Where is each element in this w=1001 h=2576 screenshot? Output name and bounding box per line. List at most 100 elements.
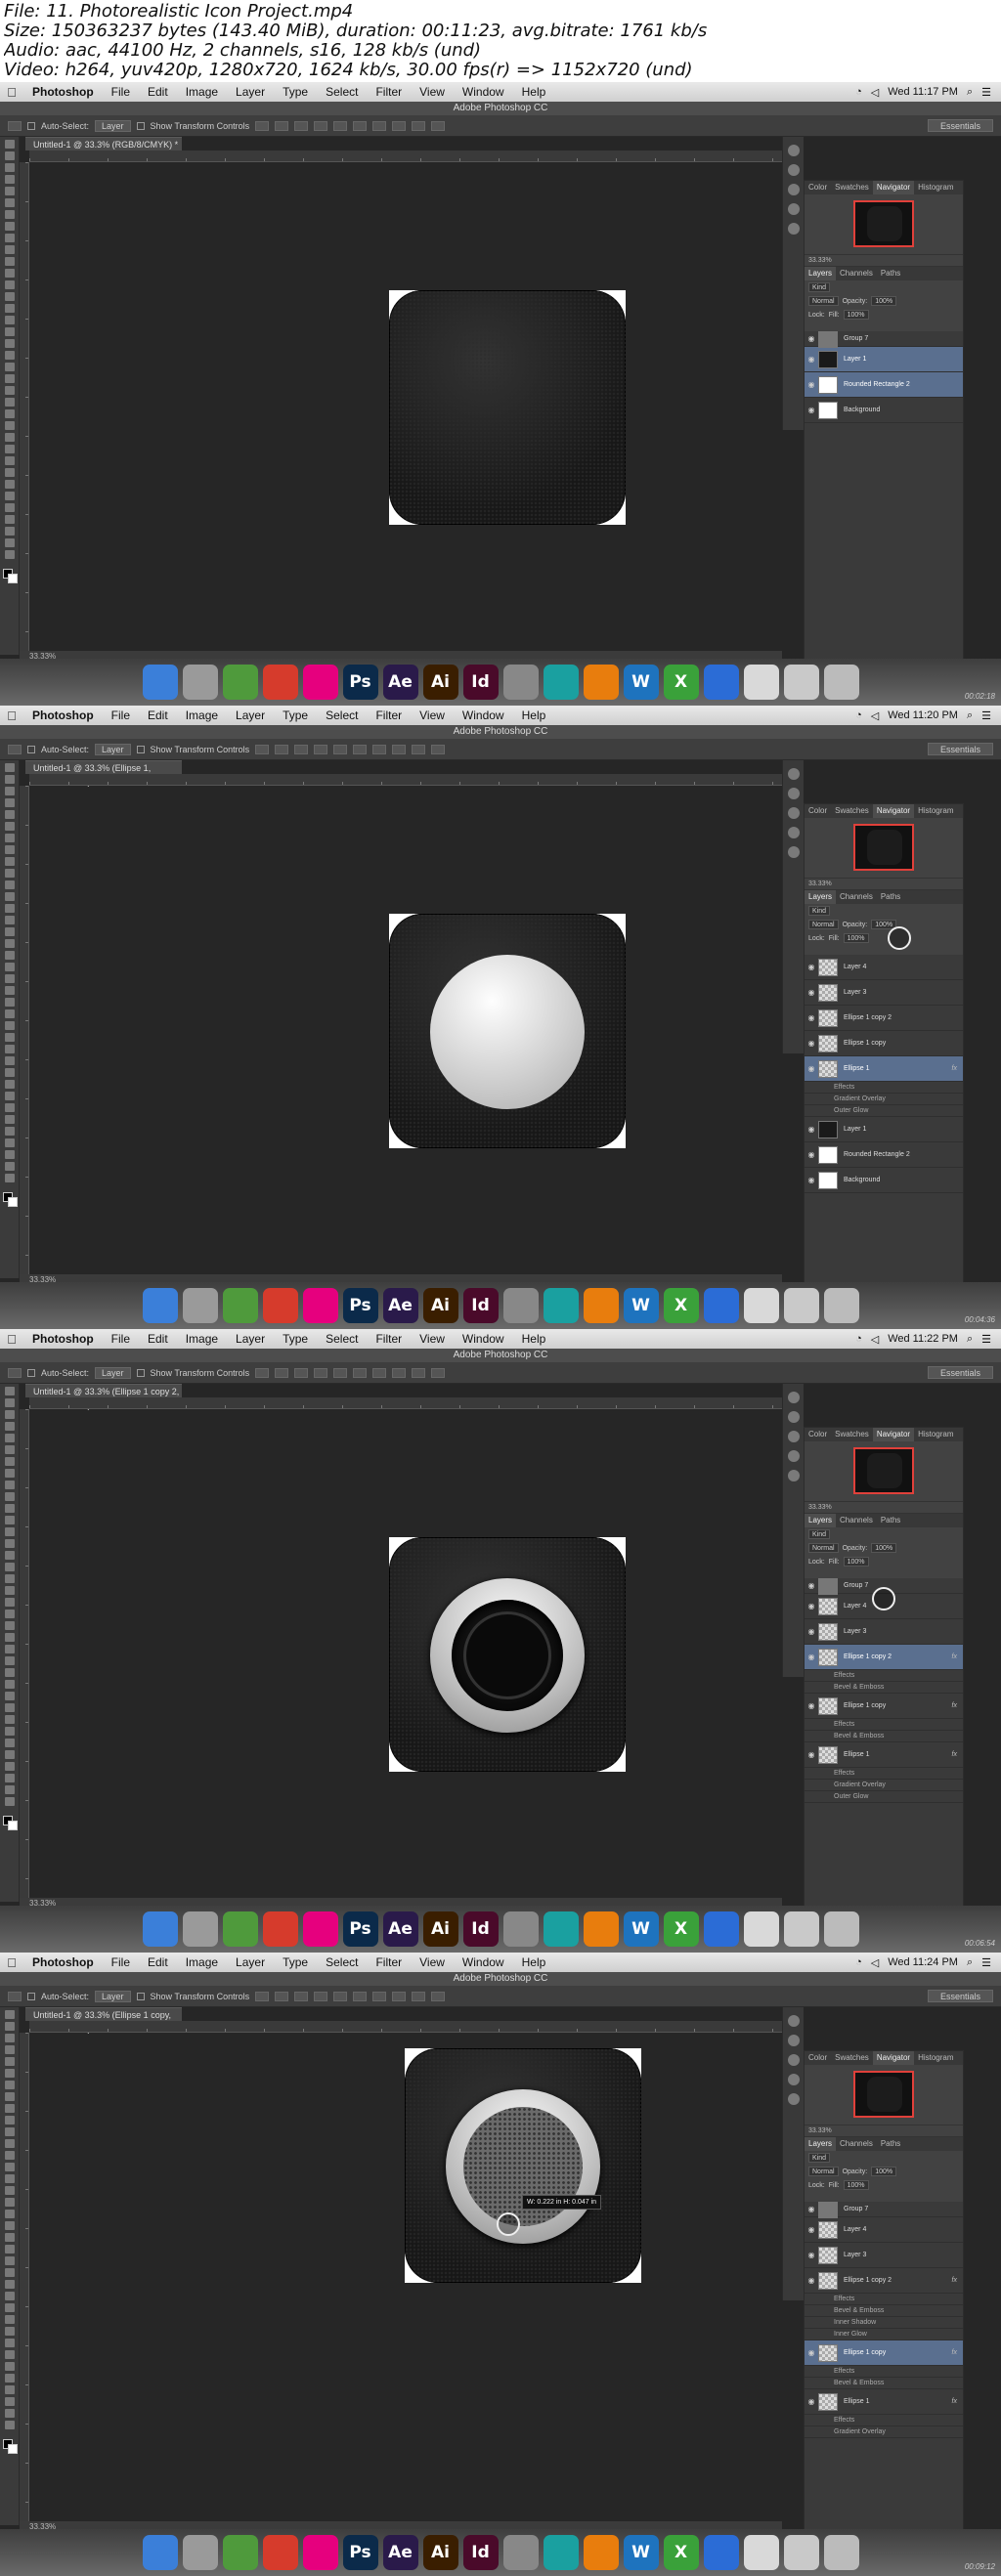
chrome-icon[interactable] <box>262 665 298 700</box>
tool-icon[interactable] <box>4 2163 15 2171</box>
tool-icon[interactable] <box>4 140 15 149</box>
align-icon[interactable] <box>294 120 309 131</box>
align-icon[interactable] <box>392 1991 407 2001</box>
tool-icon[interactable] <box>4 1115 15 1124</box>
navigator-thumbnail[interactable] <box>853 200 914 247</box>
excel-icon[interactable]: X <box>663 665 699 700</box>
tool-icon[interactable] <box>4 2174 15 2183</box>
tool-icon[interactable] <box>4 163 15 172</box>
align-icon[interactable] <box>275 1367 289 1378</box>
tool-icon[interactable] <box>4 880 15 889</box>
eye-icon[interactable]: ◉ <box>805 334 818 343</box>
tool-icon[interactable] <box>4 986 15 995</box>
tool-icon[interactable] <box>4 1080 15 1089</box>
tool-icon[interactable] <box>4 2116 15 2125</box>
menu-filter[interactable]: Filter <box>367 1332 411 1346</box>
opacity-value[interactable]: 100% <box>871 1543 897 1553</box>
photoshop-icon[interactable]: Ps <box>342 665 378 700</box>
navigator-zoom[interactable]: 33.33% <box>805 1502 963 1514</box>
tool-icon[interactable] <box>4 1621 15 1630</box>
photo-booth-icon[interactable] <box>222 2535 258 2570</box>
eye-icon[interactable]: ◉ <box>805 1627 818 1636</box>
align-icon[interactable] <box>314 1991 328 2001</box>
menu-file[interactable]: File <box>103 1955 139 1969</box>
tool-icon[interactable] <box>4 187 15 195</box>
eye-icon[interactable]: ◉ <box>805 355 818 364</box>
after-effects-icon[interactable]: Ae <box>382 2535 418 2570</box>
tool-icon[interactable] <box>4 916 15 924</box>
tool-icon[interactable] <box>4 904 15 913</box>
align-icon[interactable] <box>431 1367 446 1378</box>
preview-icon[interactable] <box>783 2535 819 2570</box>
menu-type[interactable]: Type <box>274 1955 317 1969</box>
tool-icon[interactable] <box>4 1563 15 1571</box>
menu-window[interactable]: Window <box>454 1955 513 1969</box>
fx-icon[interactable]: fx <box>952 1702 957 1709</box>
app-menu[interactable]: Photoshop <box>23 1332 103 1346</box>
tool-icon[interactable] <box>4 2104 15 2113</box>
wifi-icon[interactable]: ◔ <box>855 1333 862 1345</box>
tool-icon[interactable] <box>4 421 15 430</box>
tool-icon[interactable] <box>4 1598 15 1607</box>
tool-icon[interactable] <box>4 492 15 500</box>
wifi-icon[interactable]: ◔ <box>855 709 862 721</box>
tab-layers[interactable]: Layers <box>805 267 837 280</box>
navigator-thumbnail[interactable] <box>853 2071 914 2118</box>
tab-histogram[interactable]: Histogram <box>914 1428 957 1441</box>
tool-icon[interactable] <box>4 2292 15 2300</box>
illustrator-icon[interactable]: Ai <box>422 665 458 700</box>
eye-icon[interactable]: ◉ <box>805 2348 818 2357</box>
eye-icon[interactable]: ◉ <box>805 2397 818 2406</box>
fill-value[interactable]: 100% <box>843 1557 869 1567</box>
tool-icon[interactable] <box>4 1610 15 1618</box>
document-tab[interactable]: Untitled-1 @ 33.3% (RGB/8/CMYK) * <box>25 137 182 150</box>
clock[interactable]: Wed 11:22 PM <box>888 1333 958 1345</box>
layer-row[interactable]: ◉ Ellipse 1 copy fx <box>805 1694 963 1719</box>
quicktime-icon[interactable] <box>703 2535 739 2570</box>
quicktime-icon[interactable] <box>703 665 739 700</box>
tool-icon[interactable] <box>4 2256 15 2265</box>
panel-icon[interactable] <box>787 164 800 176</box>
eye-icon[interactable]: ◉ <box>805 1150 818 1159</box>
align-icon[interactable] <box>431 120 446 131</box>
menu-type[interactable]: Type <box>274 85 317 99</box>
eye-icon[interactable]: ◉ <box>805 1701 818 1710</box>
tool-icon[interactable] <box>4 998 15 1007</box>
tool-icon[interactable] <box>4 2339 15 2347</box>
layer-row[interactable]: ◉ Rounded Rectangle 2 <box>805 1142 963 1168</box>
eye-icon[interactable]: ◉ <box>805 1176 818 1184</box>
document-icon[interactable] <box>743 1911 779 1947</box>
kind-filter[interactable]: Kind <box>808 906 831 916</box>
excel-icon[interactable]: X <box>663 2535 699 2570</box>
tab-color[interactable]: Color <box>805 1428 831 1441</box>
tool-icon[interactable] <box>4 2409 15 2418</box>
tab-swatches[interactable]: Swatches <box>831 804 873 818</box>
align-icon[interactable] <box>333 744 348 754</box>
layer-row[interactable]: ◉ Ellipse 1 copy fx <box>805 2340 963 2366</box>
menu-help[interactable]: Help <box>513 85 555 99</box>
wordpress-icon[interactable]: W <box>623 2535 659 2570</box>
tab-layers[interactable]: Layers <box>805 2137 837 2151</box>
menu-select[interactable]: Select <box>317 1955 367 1969</box>
align-icon[interactable] <box>372 120 387 131</box>
tool-icon[interactable] <box>4 2010 15 2019</box>
panel-icon[interactable] <box>787 1411 800 1423</box>
layer-effect[interactable]: Effects <box>805 1768 963 1780</box>
tab-swatches[interactable]: Swatches <box>831 2051 873 2065</box>
panel-icon[interactable] <box>787 2035 800 2046</box>
photoshop-icon[interactable]: Ps <box>342 1911 378 1947</box>
fx-icon[interactable]: fx <box>952 1653 957 1660</box>
align-icon[interactable] <box>392 744 407 754</box>
tool-icon[interactable] <box>4 269 15 278</box>
layer-effect[interactable]: Effects <box>805 1719 963 1731</box>
eye-icon[interactable]: ◉ <box>805 1602 818 1610</box>
menu-type[interactable]: Type <box>274 1332 317 1346</box>
workspace-dropdown[interactable]: Essentials <box>927 1990 993 2002</box>
eye-icon[interactable]: ◉ <box>805 1013 818 1022</box>
tool-icon[interactable] <box>4 1068 15 1077</box>
auto-select-dropdown[interactable]: Layer <box>95 743 131 755</box>
tool-icon[interactable] <box>4 1434 15 1442</box>
chrome-icon[interactable] <box>262 1288 298 1323</box>
align-icon[interactable] <box>255 744 270 754</box>
cc-icon[interactable] <box>302 1911 338 1947</box>
